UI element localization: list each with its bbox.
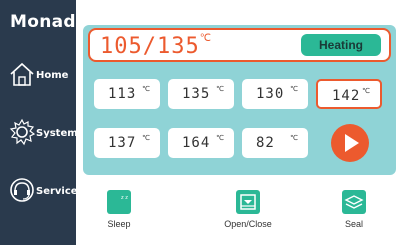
home-icon [10, 62, 34, 86]
preset-temp-button[interactable]: 164 ℃ [168, 128, 234, 158]
temperature-readout: 105/135℃ [100, 32, 211, 59]
temp-unit: ℃ [199, 32, 211, 44]
sidebar-item-label: Home [36, 70, 69, 81]
sleep-icon: z z [107, 190, 131, 214]
sleep-label: Sleep [107, 219, 131, 229]
target-temp: 135 [157, 34, 200, 59]
seal-icon [342, 190, 366, 214]
sleep-button[interactable]: z z Sleep [89, 190, 149, 234]
preset-temp-button[interactable]: 135 ℃ [168, 79, 234, 109]
start-button[interactable] [331, 124, 369, 162]
sidebar-item-label: System [36, 128, 78, 139]
sidebar-item-label: Service [36, 186, 78, 197]
seal-button[interactable]: Seal [324, 190, 384, 234]
preset-temp-button[interactable]: 137 ℃ [94, 128, 160, 158]
sidebar-item-home[interactable]: Home [0, 58, 76, 92]
sidebar: Monad Home System Service [0, 0, 78, 245]
headset-icon [10, 178, 34, 202]
preset-temp-button[interactable]: 82 ℃ [242, 128, 308, 158]
svg-text:z z: z z [121, 195, 128, 201]
sidebar-item-service[interactable]: Service [0, 174, 78, 208]
seal-label: Seal [344, 219, 363, 229]
tray-icon [236, 190, 260, 214]
preset-temp-button-selected[interactable]: 142 ℃ [316, 79, 382, 109]
open-close-button[interactable]: Open/Close [218, 190, 278, 234]
preset-temp-button[interactable]: 130 ℃ [242, 79, 308, 109]
temperature-header: 105/135℃ Heating [88, 28, 391, 62]
gear-icon [9, 118, 36, 146]
sidebar-item-system[interactable]: System [0, 116, 78, 150]
preset-temp-button[interactable]: 113 ℃ [94, 79, 160, 109]
play-icon [345, 134, 359, 152]
current-temp: 105 [100, 34, 143, 59]
brand-logo: Monad [10, 12, 76, 32]
open-close-label: Open/Close [224, 219, 272, 229]
status-badge: Heating [301, 34, 381, 56]
